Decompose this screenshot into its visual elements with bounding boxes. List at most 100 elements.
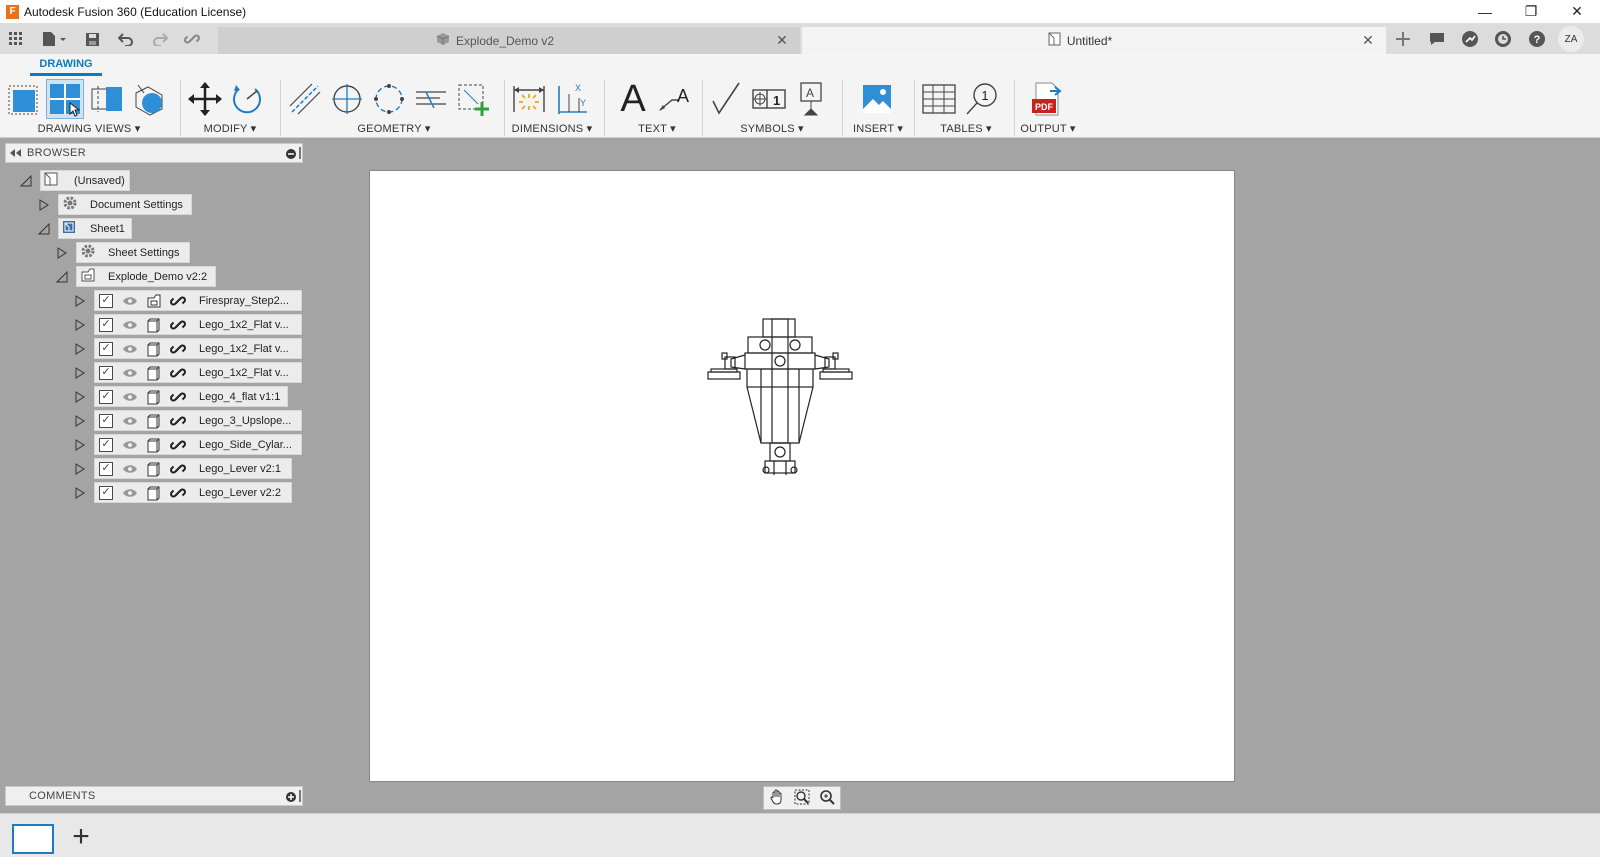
tree-node-document-settings[interactable]: Document Settings [58, 194, 192, 215]
expand-toggle[interactable] [37, 198, 51, 212]
visibility-checkbox[interactable]: ✓ [99, 389, 113, 404]
redo-icon[interactable] [148, 27, 172, 51]
group-label[interactable]: TABLES ▾ [920, 122, 1012, 135]
group-label[interactable]: MODIFY ▾ [186, 122, 274, 135]
add-comment-icon[interactable] [286, 791, 296, 805]
eye-icon[interactable] [121, 484, 139, 502]
group-label[interactable]: TEXT ▾ [614, 122, 700, 135]
tree-node-component[interactable]: ✓ Lego_Side_Cylar... [94, 434, 302, 455]
tree-node-sheet-settings[interactable]: Sheet Settings [76, 242, 190, 263]
sheet-thumbnail[interactable] [12, 824, 54, 854]
tree-node-sheet1[interactable]: Sheet1 [58, 218, 132, 239]
close-tab-icon[interactable]: ✕ [1358, 32, 1378, 49]
tree-node-drawing-view[interactable]: Explode_Demo v2:2 [76, 266, 216, 287]
table-icon[interactable] [920, 79, 958, 119]
file-menu-icon[interactable] [38, 27, 70, 51]
insert-image-icon[interactable] [858, 79, 896, 119]
drawing-sheet-canvas[interactable] [369, 170, 1235, 782]
visibility-checkbox[interactable]: ✓ [99, 413, 113, 428]
dimension-icon[interactable] [510, 79, 548, 119]
tree-node-component[interactable]: ✓ Lego_Lever v2:1 [94, 458, 292, 479]
panel-resize-handle[interactable] [299, 790, 301, 802]
visibility-checkbox[interactable]: ✓ [99, 437, 113, 452]
expand-toggle[interactable] [73, 486, 87, 500]
base-view-icon[interactable] [4, 79, 42, 119]
eye-icon[interactable] [121, 340, 139, 358]
tree-node-component[interactable]: ✓ Lego_3_Upslope... [94, 410, 302, 431]
surface-texture-icon[interactable] [708, 79, 746, 119]
show-hidden-icon[interactable] [454, 79, 492, 119]
datum-identifier-icon[interactable]: A [792, 79, 830, 119]
tree-node-component[interactable]: ✓ Lego_1x2_Flat v... [94, 362, 302, 383]
group-label[interactable]: OUTPUT ▾ [1016, 122, 1080, 135]
ordinate-dimension-icon[interactable]: XY [552, 79, 590, 119]
data-panel-grid-icon[interactable] [4, 27, 28, 51]
undo-icon[interactable] [114, 27, 138, 51]
zoom-window-icon[interactable] [794, 789, 810, 808]
pdf-export-icon[interactable]: PDF [1028, 79, 1066, 119]
workspace-tab-drawing[interactable]: DRAWING [30, 58, 102, 76]
feature-control-frame-icon[interactable]: 1 [750, 79, 788, 119]
tree-node-component[interactable]: ✓ Lego_1x2_Flat v... [94, 314, 302, 335]
detail-view-icon[interactable] [130, 79, 168, 119]
minimize-button[interactable]: — [1462, 0, 1508, 23]
expand-toggle[interactable] [73, 462, 87, 476]
maximize-button[interactable]: ❐ [1508, 0, 1554, 23]
visibility-checkbox[interactable]: ✓ [99, 317, 113, 332]
expand-toggle[interactable] [73, 438, 87, 452]
tab-untitled[interactable]: Untitled* ✕ [802, 27, 1386, 54]
close-tab-icon[interactable]: ✕ [772, 32, 792, 49]
visibility-checkbox[interactable]: ✓ [99, 485, 113, 500]
zoom-icon[interactable] [819, 789, 836, 808]
eye-icon[interactable] [121, 316, 139, 334]
panel-resize-handle[interactable] [299, 147, 301, 159]
history-clock-icon[interactable] [1490, 26, 1516, 52]
eye-icon[interactable] [121, 436, 139, 454]
pan-hand-icon[interactable] [769, 789, 785, 808]
visibility-checkbox[interactable]: ✓ [99, 293, 113, 308]
user-avatar[interactable]: ZA [1558, 26, 1584, 52]
browser-panel-header[interactable]: BROWSER [5, 143, 303, 163]
close-window-button[interactable]: ✕ [1554, 0, 1600, 23]
expand-toggle[interactable] [73, 414, 87, 428]
edge-extension-icon[interactable] [412, 79, 450, 119]
group-label[interactable]: DRAWING VIEWS ▾ [4, 122, 174, 135]
tab-explode-demo[interactable]: Explode_Demo v2 ✕ [218, 27, 800, 54]
job-status-icon[interactable] [1457, 26, 1483, 52]
eye-icon[interactable] [121, 460, 139, 478]
tree-node-component[interactable]: ✓ Lego_4_flat v1:1 [94, 386, 288, 407]
group-label[interactable]: INSERT ▾ [848, 122, 908, 135]
notifications-icon[interactable] [1424, 26, 1450, 52]
browser-options-icon[interactable] [286, 148, 296, 162]
comments-panel-header[interactable]: COMMENTS [5, 786, 303, 806]
tree-root-node[interactable]: (Unsaved) [40, 170, 130, 191]
group-label[interactable]: DIMENSIONS ▾ [510, 122, 594, 135]
balloon-icon[interactable]: 1 [962, 79, 1000, 119]
group-label[interactable]: SYMBOLS ▾ [708, 122, 836, 135]
visibility-checkbox[interactable]: ✓ [99, 341, 113, 356]
exploded-assembly-drawing[interactable] [370, 171, 1234, 781]
section-view-icon[interactable] [88, 79, 126, 119]
eye-icon[interactable] [121, 388, 139, 406]
center-mark-pattern-icon[interactable] [370, 79, 408, 119]
help-icon[interactable]: ? [1524, 26, 1550, 52]
tree-node-component[interactable]: ✓ Lego_Lever v2:2 [94, 482, 292, 503]
save-icon[interactable] [80, 27, 104, 51]
link-icon[interactable] [180, 27, 204, 51]
eye-icon[interactable] [121, 364, 139, 382]
new-tab-plus-icon[interactable] [1390, 26, 1416, 52]
projected-view-icon[interactable] [46, 79, 84, 119]
expand-toggle[interactable] [37, 222, 51, 236]
add-sheet-button[interactable]: + [66, 822, 96, 852]
expand-toggle[interactable] [19, 174, 33, 188]
expand-toggle[interactable] [55, 246, 69, 260]
expand-toggle[interactable] [55, 270, 69, 284]
tree-node-component[interactable]: ✓ Lego_1x2_Flat v... [94, 338, 302, 359]
expand-toggle[interactable] [73, 366, 87, 380]
group-label[interactable]: GEOMETRY ▾ [286, 122, 502, 135]
expand-toggle[interactable] [73, 294, 87, 308]
eye-icon[interactable] [121, 412, 139, 430]
collapse-panel-icon[interactable] [10, 146, 21, 160]
center-mark-icon[interactable] [328, 79, 366, 119]
rotate-icon[interactable] [228, 79, 266, 119]
